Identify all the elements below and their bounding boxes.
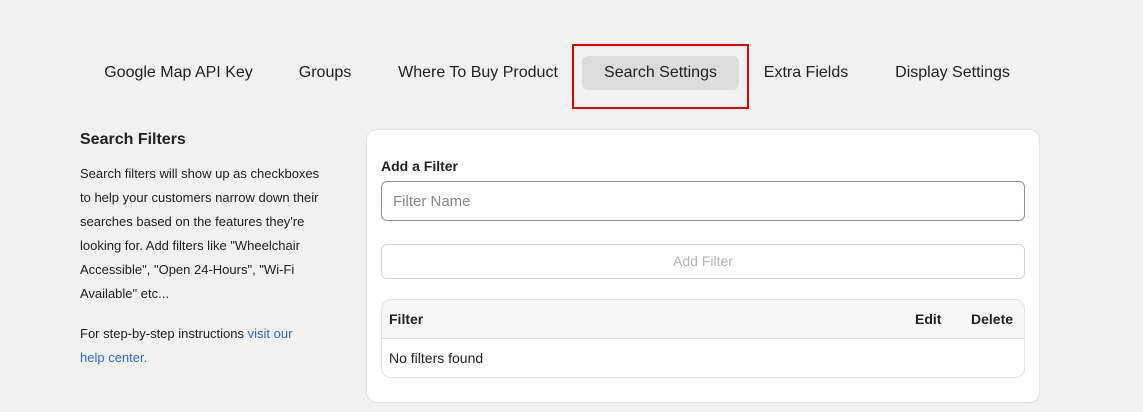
filter-card: Add a Filter Add Filter Filter Edit Dele… <box>367 130 1039 402</box>
column-header-edit: Edit <box>915 311 942 327</box>
section-title: Search Filters <box>80 131 186 148</box>
add-filter-button[interactable]: Add Filter <box>381 244 1025 279</box>
highlight-box <box>572 44 749 109</box>
filter-name-input[interactable] <box>381 181 1025 221</box>
section-description: Search filters will show up as checkboxe… <box>80 166 320 301</box>
tab-where-to-buy-product[interactable]: Where To Buy Product <box>384 56 572 90</box>
table-row: No filters found <box>382 339 1024 377</box>
sidebar-info: Search Filters Search filters will show … <box>80 130 330 370</box>
column-header-delete: Delete <box>971 311 1014 327</box>
tab-google-map-api-key[interactable]: Google Map API Key <box>90 56 267 90</box>
help-prefix: For step-by-step instructions <box>80 326 248 341</box>
filters-table: Filter Edit Delete No filters found <box>381 299 1025 378</box>
tab-groups[interactable]: Groups <box>283 56 367 90</box>
add-filter-label: Add a Filter <box>381 158 459 174</box>
tab-display-settings[interactable]: Display Settings <box>879 56 1026 90</box>
help-text: For step-by-step instructions visit our … <box>80 322 310 370</box>
empty-message: No filters found <box>389 350 484 366</box>
table-header: Filter Edit Delete <box>382 300 1024 339</box>
tab-extra-fields[interactable]: Extra Fields <box>749 56 863 90</box>
column-header-filter: Filter <box>389 311 424 327</box>
